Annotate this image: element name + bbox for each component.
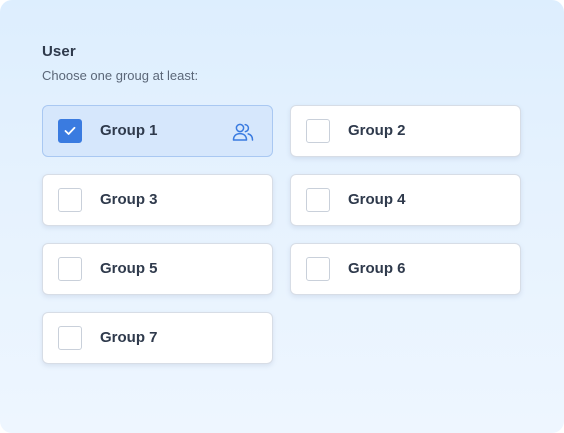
group-label: Group 7 xyxy=(100,329,158,346)
group-label: Group 2 xyxy=(348,122,406,139)
group-label: Group 5 xyxy=(100,260,158,277)
users-icon xyxy=(232,123,254,141)
group-label: Group 4 xyxy=(348,191,406,208)
checkbox-unchecked[interactable] xyxy=(58,257,82,281)
checkbox-unchecked[interactable] xyxy=(306,188,330,212)
group-option-2[interactable]: Group 2 xyxy=(290,105,521,157)
group-option-3[interactable]: Group 3 xyxy=(42,174,273,226)
checkbox-unchecked[interactable] xyxy=(58,326,82,350)
group-selection-panel: User Choose one groug at least: Group 1 … xyxy=(0,0,564,433)
group-option-5[interactable]: Group 5 xyxy=(42,243,273,295)
checkbox-unchecked[interactable] xyxy=(58,188,82,212)
group-option-7[interactable]: Group 7 xyxy=(42,312,273,364)
checkbox-checked[interactable] xyxy=(58,119,82,143)
section-subtitle: Choose one groug at least: xyxy=(42,68,199,83)
section-title: User xyxy=(42,43,76,60)
checkbox-unchecked[interactable] xyxy=(306,257,330,281)
group-option-6[interactable]: Group 6 xyxy=(290,243,521,295)
checkbox-unchecked[interactable] xyxy=(306,119,330,143)
group-option-1[interactable]: Group 1 xyxy=(42,105,273,157)
group-label: Group 6 xyxy=(348,260,406,277)
group-option-4[interactable]: Group 4 xyxy=(290,174,521,226)
checkmark-icon xyxy=(64,126,76,135)
group-label: Group 1 xyxy=(100,122,158,139)
group-label: Group 3 xyxy=(100,191,158,208)
